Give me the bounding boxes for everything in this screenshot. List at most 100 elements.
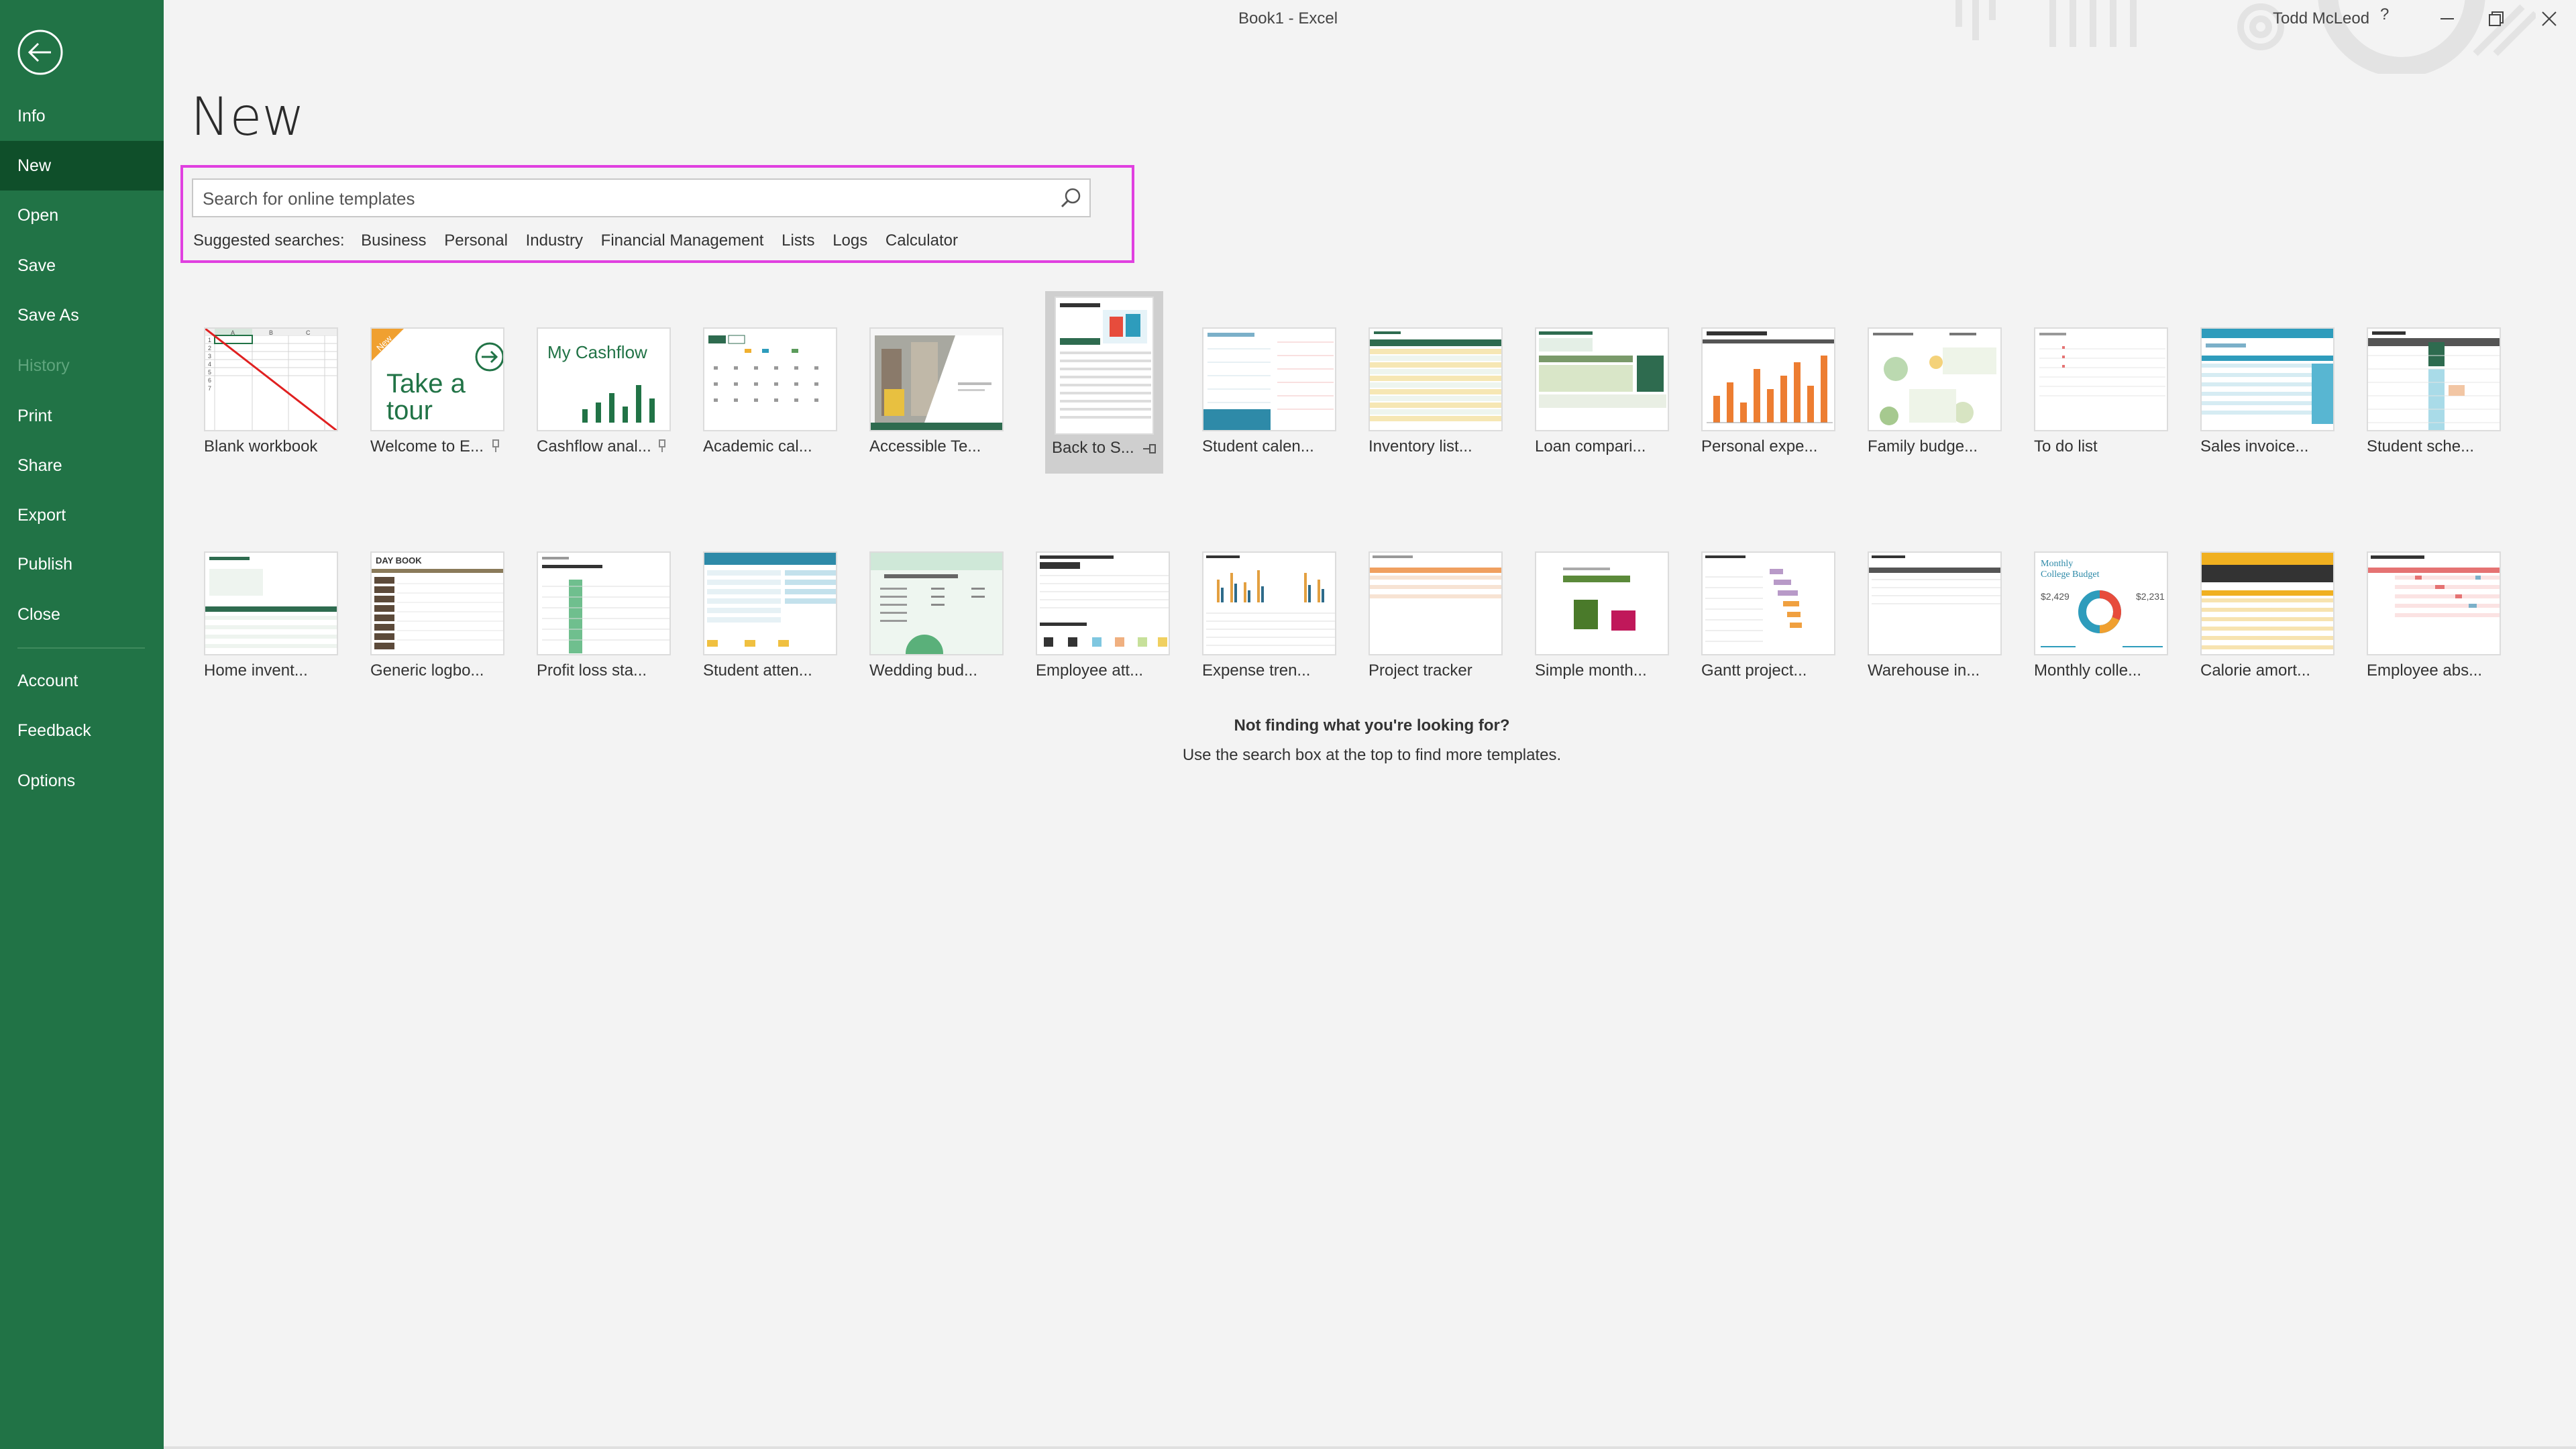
nav-new[interactable]: New bbox=[0, 141, 164, 191]
minimize-button[interactable] bbox=[2428, 4, 2466, 34]
svg-text:C: C bbox=[306, 329, 311, 336]
svg-text:2: 2 bbox=[208, 345, 211, 352]
template-label: Accessible Te... bbox=[869, 437, 981, 455]
template-label: Expense tren... bbox=[1202, 661, 1311, 680]
pin-icon[interactable] bbox=[1142, 441, 1157, 456]
template-thumbnail bbox=[703, 551, 837, 655]
nav-export[interactable]: Export bbox=[0, 490, 164, 540]
template-student-attendance[interactable]: Student atten... bbox=[702, 551, 839, 680]
template-project-tracker[interactable]: Project tracker bbox=[1367, 551, 1504, 680]
help-button[interactable]: ? bbox=[2380, 5, 2400, 35]
svg-text:6: 6 bbox=[208, 377, 211, 384]
template-home-inventory[interactable]: Home invent... bbox=[203, 551, 339, 680]
template-thumbnail bbox=[1202, 551, 1336, 655]
template-label: Blank workbook bbox=[204, 437, 318, 455]
nav-publish[interactable]: Publish bbox=[0, 539, 164, 589]
template-back-to-school[interactable]: Back to S... bbox=[1045, 291, 1163, 474]
not-finding-title: Not finding what you're looking for? bbox=[1234, 716, 1510, 735]
template-student-schedule[interactable]: Student sche... bbox=[2365, 327, 2502, 455]
template-thumbnail bbox=[2200, 551, 2334, 655]
template-label: Sales invoice... bbox=[2200, 437, 2309, 455]
template-wedding-budget[interactable]: Wedding bud... bbox=[868, 551, 1005, 680]
template-thumbnail: My Cashflow bbox=[537, 327, 671, 431]
template-thumbnail: Monthly College Budget $2,429 $2,231 bbox=[2034, 551, 2168, 655]
svg-text:DAY BOOK: DAY BOOK bbox=[376, 555, 422, 566]
template-thumbnail bbox=[204, 551, 338, 655]
template-thumbnail bbox=[869, 551, 1004, 655]
template-sales-invoice[interactable]: Sales invoice... bbox=[2199, 327, 2336, 455]
template-thumbnail bbox=[1701, 551, 1835, 655]
back-button[interactable] bbox=[16, 28, 64, 76]
template-thumbnail: A B C 1 23 4567 bbox=[204, 327, 338, 431]
suggested-link-financial-management[interactable]: Financial Management bbox=[601, 231, 764, 250]
template-gantt-project-planner[interactable]: Gantt project... bbox=[1700, 551, 1837, 680]
template-blank-workbook[interactable]: A B C 1 23 4567 Blank workbook bbox=[203, 327, 339, 455]
template-family-budget[interactable]: Family budge... bbox=[1866, 327, 2003, 455]
svg-text:My Cashflow: My Cashflow bbox=[547, 342, 647, 362]
template-employee-attendance[interactable]: Employee att... bbox=[1034, 551, 1171, 680]
template-label: Calorie amort... bbox=[2200, 661, 2311, 680]
suggested-searches-label: Suggested searches: bbox=[193, 231, 345, 250]
template-label: Home invent... bbox=[204, 661, 308, 680]
suggested-searches: Suggested searches: Business Personal In… bbox=[193, 231, 971, 250]
template-label: Academic cal... bbox=[703, 437, 812, 455]
template-label: Student calen... bbox=[1202, 437, 1314, 455]
template-label: Student sche... bbox=[2367, 437, 2475, 455]
template-student-calendar[interactable]: Student calen... bbox=[1201, 327, 1338, 455]
nav-open[interactable]: Open bbox=[0, 191, 164, 240]
template-thumbnail bbox=[1535, 327, 1669, 431]
template-thumbnail bbox=[1055, 297, 1154, 435]
template-search-input[interactable] bbox=[193, 180, 1056, 217]
template-simple-monthly-budget[interactable]: Simple month... bbox=[1534, 551, 1670, 680]
user-account-name[interactable]: Todd McLeod bbox=[2273, 9, 2369, 28]
template-expense-trends[interactable]: Expense tren... bbox=[1201, 551, 1338, 680]
template-thumbnail bbox=[1368, 327, 1503, 431]
not-finding-subtitle: Use the search box at the top to find mo… bbox=[1182, 746, 1562, 764]
pin-icon[interactable] bbox=[490, 439, 502, 453]
template-employee-absence-schedule[interactable]: Employee abs... bbox=[2365, 551, 2502, 680]
template-personal-expenses[interactable]: Personal expe... bbox=[1700, 327, 1837, 455]
template-academic-calendar[interactable]: Academic cal... bbox=[702, 327, 839, 455]
template-thumbnail bbox=[537, 551, 671, 655]
suggested-link-personal[interactable]: Personal bbox=[444, 231, 508, 250]
nav-close[interactable]: Close bbox=[0, 590, 164, 639]
suggested-link-calculator[interactable]: Calculator bbox=[885, 231, 958, 250]
template-monthly-college-budget[interactable]: Monthly College Budget $2,429 $2,231 Mon… bbox=[2033, 551, 2169, 680]
suggested-link-business[interactable]: Business bbox=[361, 231, 426, 250]
template-profit-loss-statement[interactable]: Profit loss sta... bbox=[535, 551, 672, 680]
nav-save[interactable]: Save bbox=[0, 241, 164, 290]
nav-share[interactable]: Share bbox=[0, 441, 164, 490]
suggested-link-lists[interactable]: Lists bbox=[782, 231, 814, 250]
template-label: Family budge... bbox=[1868, 437, 1978, 455]
nav-info[interactable]: Info bbox=[0, 91, 164, 141]
nav-save-as[interactable]: Save As bbox=[0, 290, 164, 340]
suggested-link-industry[interactable]: Industry bbox=[526, 231, 583, 250]
suggested-link-logs[interactable]: Logs bbox=[833, 231, 867, 250]
svg-text:Monthly: Monthly bbox=[2041, 559, 2073, 569]
template-calorie-amortization[interactable]: Calorie amort... bbox=[2199, 551, 2336, 680]
search-button[interactable] bbox=[1056, 184, 1085, 213]
svg-text:4: 4 bbox=[208, 361, 211, 368]
template-accessible-template[interactable]: Accessible Te... bbox=[868, 327, 1005, 455]
template-label: Cashflow anal... bbox=[537, 437, 651, 455]
restore-button[interactable] bbox=[2477, 4, 2514, 34]
template-label: Employee abs... bbox=[2367, 661, 2483, 680]
close-window-button[interactable] bbox=[2530, 4, 2568, 34]
svg-text:7: 7 bbox=[208, 385, 211, 392]
template-cashflow-analysis[interactable]: My Cashflow Cashflow anal... bbox=[535, 327, 672, 455]
template-warehouse-inventory[interactable]: Warehouse in... bbox=[1866, 551, 2003, 680]
template-label: Personal expe... bbox=[1701, 437, 1818, 455]
search-box bbox=[192, 178, 1091, 217]
nav-account[interactable]: Account bbox=[0, 656, 164, 706]
template-thumbnail bbox=[1868, 551, 2002, 655]
template-loan-comparison[interactable]: Loan compari... bbox=[1534, 327, 1670, 455]
template-inventory-list[interactable]: Inventory list... bbox=[1367, 327, 1504, 455]
nav-print[interactable]: Print bbox=[0, 391, 164, 441]
template-thumbnail bbox=[1701, 327, 1835, 431]
pin-icon[interactable] bbox=[656, 439, 668, 453]
template-generic-logbook[interactable]: DAY BOOK Generic logbo... bbox=[369, 551, 506, 680]
template-to-do-list[interactable]: To do list bbox=[2033, 327, 2169, 455]
nav-divider bbox=[17, 647, 145, 649]
template-welcome-to-excel[interactable]: New Take a tour Welcome to E... bbox=[369, 327, 506, 455]
svg-text:5: 5 bbox=[208, 369, 211, 376]
